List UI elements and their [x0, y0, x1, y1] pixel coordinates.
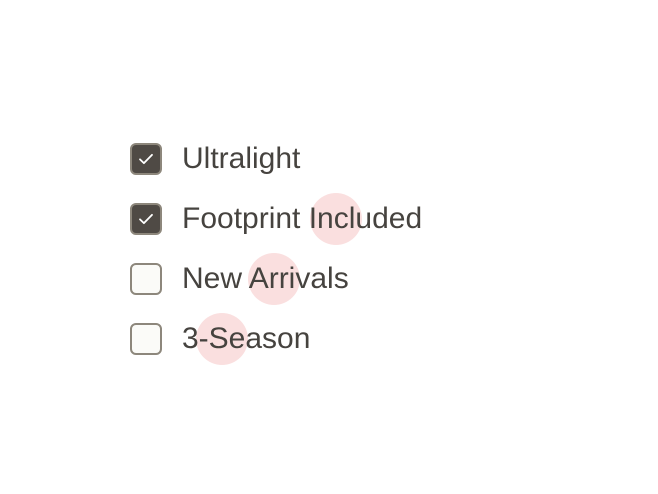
check-icon — [139, 213, 153, 225]
three-season-checkbox[interactable] — [130, 323, 162, 355]
ultralight-label: Ultralight — [182, 142, 301, 175]
new-arrivals-label: New Arrivals — [182, 262, 349, 295]
footprint-included-checkbox[interactable] — [130, 203, 162, 235]
checkbox-item-3-season[interactable]: 3-Season — [130, 313, 550, 365]
filter-checklist: Ultralight Footprint Included New Arriva… — [130, 141, 550, 365]
checkbox-item-ultralight[interactable]: Ultralight — [130, 141, 550, 177]
three-season-label: 3-Season — [182, 322, 311, 355]
checkbox-item-new-arrivals[interactable]: New Arrivals — [130, 253, 550, 305]
new-arrivals-checkbox[interactable] — [130, 263, 162, 295]
checkbox-item-footprint-included[interactable]: Footprint Included — [130, 193, 550, 245]
footprint-included-label: Footprint Included — [182, 202, 423, 235]
ultralight-checkbox[interactable] — [130, 143, 162, 175]
check-icon — [139, 153, 153, 165]
